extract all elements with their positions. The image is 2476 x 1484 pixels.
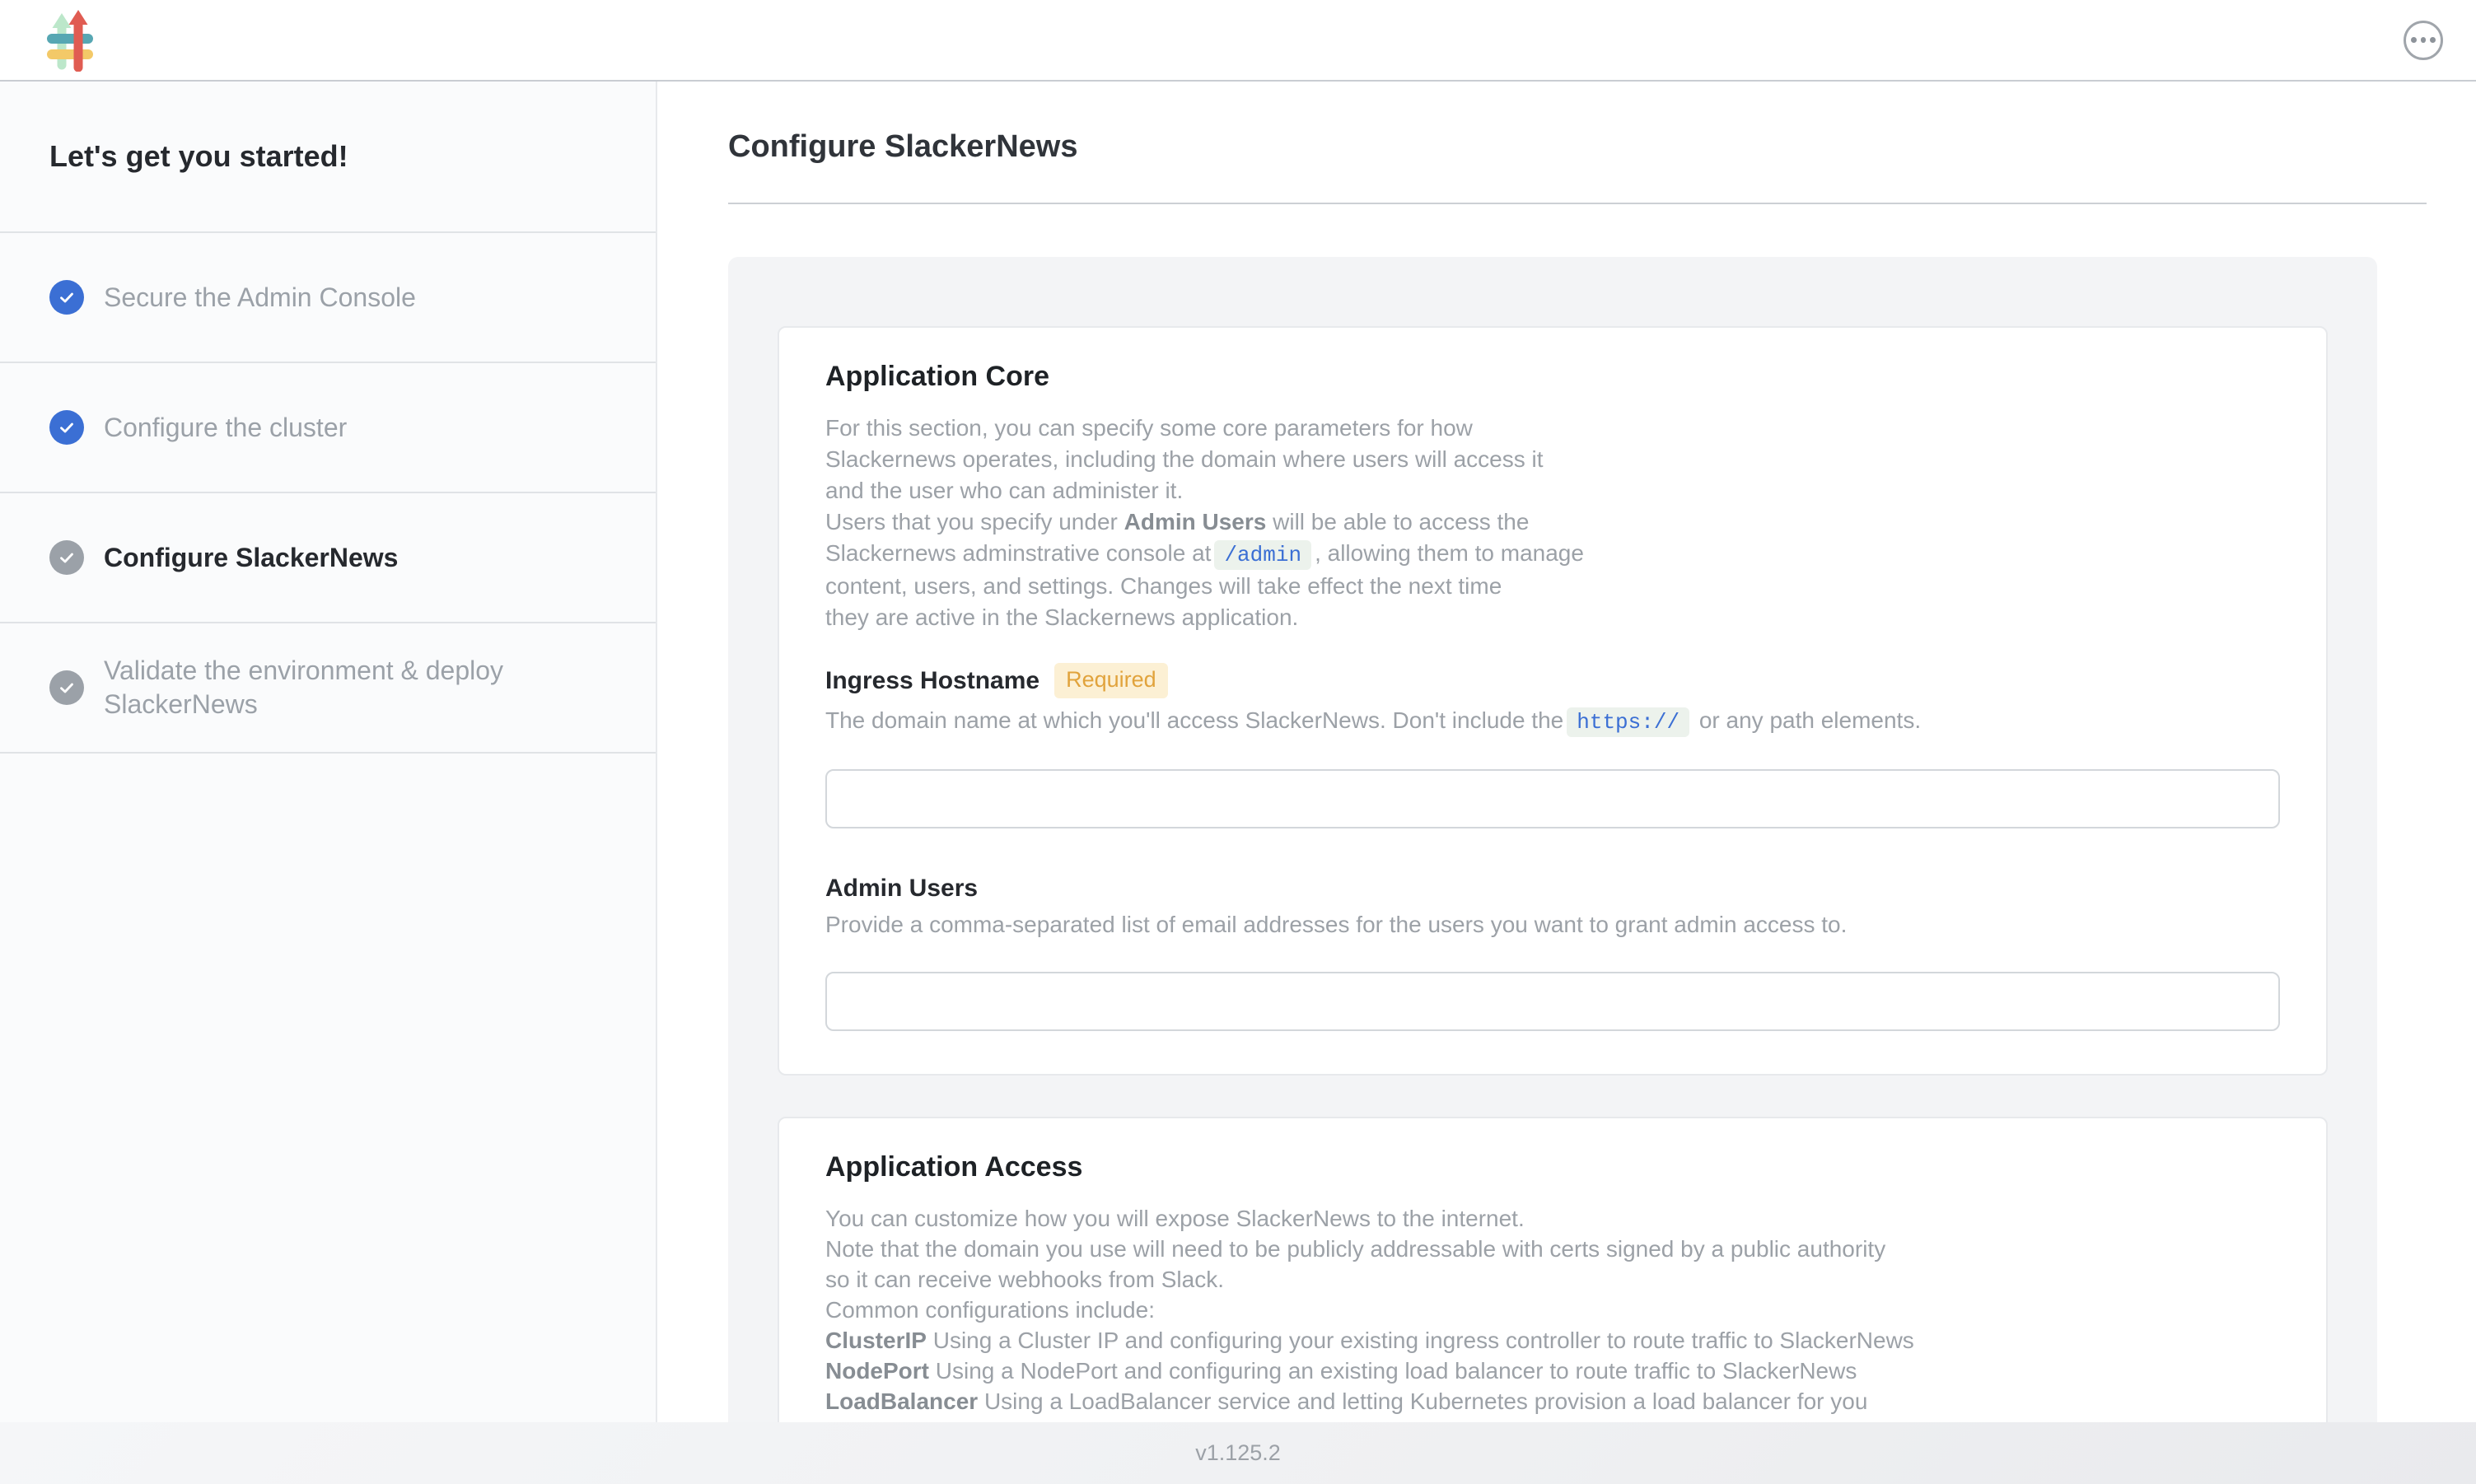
step-label: Configure SlackerNews xyxy=(104,541,398,575)
sidebar-step[interactable]: Validate the environment & deploy Slacke… xyxy=(0,622,656,752)
ingress-hostname-input[interactable] xyxy=(825,769,2280,828)
title-divider xyxy=(728,203,2427,204)
page-title: Configure SlackerNews xyxy=(728,129,2427,165)
step-label: Secure the Admin Console xyxy=(104,281,416,315)
admin-users-field: Admin Users Provide a comma-separated li… xyxy=(825,875,2280,1031)
ingress-hostname-help: The domain name at which you'll access S… xyxy=(825,705,2280,738)
ingress-hostname-label: Ingress Hostname xyxy=(825,667,1039,695)
sidebar-step[interactable]: Configure the cluster xyxy=(0,362,656,492)
main-content: Configure SlackerNews Application Core F… xyxy=(657,82,2476,1422)
admin-users-label: Admin Users xyxy=(825,875,978,903)
application-core-title: Application Core xyxy=(825,361,2280,393)
overflow-menu-button[interactable] xyxy=(2404,21,2443,60)
sidebar-step[interactable]: Configure SlackerNews xyxy=(0,492,656,622)
step-label: Validate the environment & deploy Slacke… xyxy=(104,654,606,721)
sidebar-title: Let's get you started! xyxy=(49,139,606,174)
step-check-icon xyxy=(49,410,84,445)
application-core-description: For this section, you can specify some c… xyxy=(825,413,2280,633)
step-check-icon xyxy=(49,540,84,575)
slackernews-logo-icon xyxy=(47,9,93,72)
ellipsis-icon xyxy=(2411,37,2417,43)
steps-list: Secure the Admin Console Configure the c… xyxy=(0,231,656,754)
ingress-hostname-field: Ingress Hostname Required The domain nam… xyxy=(825,663,2280,828)
application-access-description: You can customize how you will expose Sl… xyxy=(825,1203,2280,1422)
application-access-title: Application Access xyxy=(825,1151,2280,1183)
sidebar-step[interactable]: Secure the Admin Console xyxy=(0,231,656,362)
application-access-card: Application Access You can customize how… xyxy=(778,1117,2328,1422)
setup-wizard-app: Let's get you started! Secure the Admin … xyxy=(0,0,2476,1484)
admin-users-input[interactable] xyxy=(825,972,2280,1031)
required-badge: Required xyxy=(1054,663,1168,698)
application-core-card: Application Core For this section, you c… xyxy=(778,326,2328,1076)
app-footer: v1.125.2 xyxy=(0,1422,2476,1484)
step-check-icon xyxy=(49,280,84,315)
setup-steps-sidebar: Let's get you started! Secure the Admin … xyxy=(0,82,657,1422)
admin-users-help: Provide a comma-separated list of email … xyxy=(825,909,2280,940)
version-label: v1.125.2 xyxy=(1195,1440,1281,1466)
config-panel: Application Core For this section, you c… xyxy=(728,257,2377,1422)
step-check-icon xyxy=(49,670,84,705)
top-header xyxy=(0,0,2476,82)
step-label: Configure the cluster xyxy=(104,411,347,445)
